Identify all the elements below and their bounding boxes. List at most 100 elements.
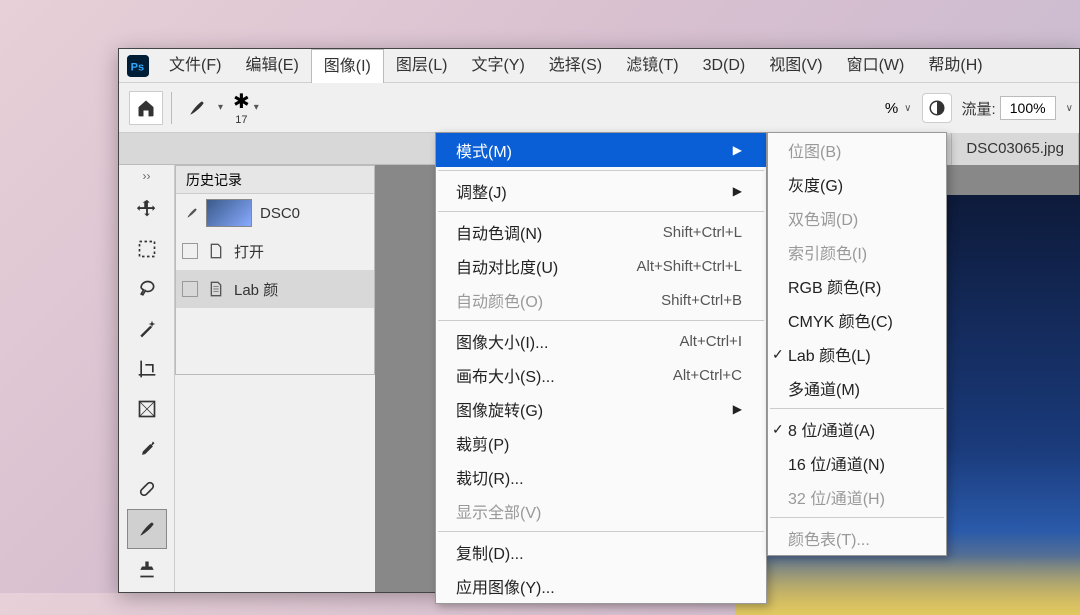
menu-window[interactable]: 窗口(W) [835,49,917,83]
tools-expand-icon[interactable]: ›› [138,169,156,185]
mode-bitmap: 位图(B) [768,133,946,167]
brush-size-dropdown[interactable]: ▾ [254,102,259,113]
move-tool[interactable] [127,189,167,229]
brush-preview[interactable]: ✱ 17 [233,89,250,126]
menu-crop[interactable]: 裁剪(P) [436,426,766,460]
brush-tool-icon[interactable] [180,91,214,125]
menu-layer[interactable]: 图层(L) [384,49,460,83]
menu-label: 裁切(R)... [456,465,524,489]
menu-shortcut: Alt+Ctrl+I [679,333,742,350]
brush-preset-dropdown[interactable]: ▾ [218,102,223,113]
menu-label: 裁剪(P) [456,431,509,455]
history-row-lab[interactable]: Lab 颜 [176,270,374,308]
separator [171,92,172,124]
menu-auto-tone[interactable]: 自动色调(N) Shift+Ctrl+L [436,215,766,249]
menu-label: 应用图像(Y)... [456,574,555,598]
mode-multichannel[interactable]: 多通道(M) [768,371,946,405]
frame-tool[interactable] [127,389,167,429]
menu-shortcut: Alt+Shift+Ctrl+L [637,258,742,275]
stamp-tool[interactable] [127,549,167,589]
mode-16bit[interactable]: 16 位/通道(N) [768,446,946,480]
app-window: Ps 文件(F) 编辑(E) 图像(I) 图层(L) 文字(Y) 选择(S) 滤… [118,48,1080,593]
brush-tool[interactable] [127,509,167,549]
menu-label: 32 位/通道(H) [788,485,885,509]
menu-label: Lab 颜色(L) [788,342,871,366]
marquee-tool[interactable] [127,229,167,269]
history-label: DSC0 [260,205,300,222]
menu-select[interactable]: 选择(S) [537,49,614,83]
menu-label: 多通道(M) [788,376,860,400]
mode-rgb[interactable]: RGB 颜色(R) [768,269,946,303]
crop-tool[interactable] [127,349,167,389]
mode-grayscale[interactable]: 灰度(G) [768,167,946,201]
eyedropper-tool[interactable] [127,429,167,469]
healing-tool[interactable] [127,469,167,509]
menu-image-size[interactable]: 图像大小(I)... Alt+Ctrl+I [436,324,766,358]
document-tab-2[interactable]: DSC03065.jpg [952,133,1079,165]
flow-label: 流量: [962,98,996,119]
flow-dropdown[interactable]: ∨ [1066,103,1073,114]
mode-duotone: 双色调(D) [768,201,946,235]
menu-shortcut: Shift+Ctrl+L [663,224,742,241]
menu-apply-image[interactable]: 应用图像(Y)... [436,569,766,603]
menu-label: 灰度(G) [788,172,843,196]
magic-wand-tool[interactable] [127,309,167,349]
options-bar-right: % ∨ 流量: ∨ [885,83,1079,133]
menu-label: 模式(M) [456,138,512,162]
menu-separator [438,211,764,212]
lasso-tool[interactable] [127,269,167,309]
menu-shortcut: Shift+Ctrl+B [661,292,742,309]
mode-8bit[interactable]: ✓8 位/通道(A) [768,412,946,446]
menu-adjustments[interactable]: 调整(J) ▶ [436,174,766,208]
menu-help[interactable]: 帮助(H) [916,49,994,83]
history-row-source[interactable]: DSC0 [176,194,374,232]
menu-label: 调整(J) [456,179,507,203]
mode-color-table: 颜色表(T)... [768,521,946,555]
mode-cmyk[interactable]: CMYK 颜色(C) [768,303,946,337]
menu-filter[interactable]: 滤镜(T) [614,49,690,83]
flow-input[interactable] [1000,96,1056,120]
menu-mode[interactable]: 模式(M) ▶ [436,133,766,167]
menu-separator [438,170,764,171]
menu-edit[interactable]: 编辑(E) [233,49,310,83]
menu-duplicate[interactable]: 复制(D)... [436,535,766,569]
menubar: Ps 文件(F) 编辑(E) 图像(I) 图层(L) 文字(Y) 选择(S) 滤… [119,49,1079,83]
tools-panel: ›› [119,165,175,592]
menu-trim[interactable]: 裁切(R)... [436,460,766,494]
app-icon: Ps [119,49,157,83]
svg-text:Ps: Ps [131,61,144,73]
history-thumbnail [206,199,252,227]
home-button[interactable] [129,91,163,125]
menu-separator [438,320,764,321]
menu-label: 自动色调(N) [456,220,542,244]
mode-submenu: 位图(B) 灰度(G) 双色调(D) 索引颜色(I) RGB 颜色(R) CMY… [767,132,947,556]
menu-label: 画布大小(S)... [456,363,555,387]
submenu-arrow-icon: ▶ [733,184,742,198]
history-row-open[interactable]: 打开 [176,232,374,270]
menu-auto-contrast[interactable]: 自动对比度(U) Alt+Shift+Ctrl+L [436,249,766,283]
check-icon: ✓ [772,346,784,363]
mode-lab[interactable]: ✓Lab 颜色(L) [768,337,946,371]
history-checkbox[interactable] [182,281,198,297]
menu-3d[interactable]: 3D(D) [691,49,758,83]
pressure-opacity-icon[interactable] [922,93,952,123]
menu-file[interactable]: 文件(F) [157,49,233,83]
menu-label: CMYK 颜色(C) [788,308,893,332]
brush-size-value: 17 [235,114,247,126]
menu-image[interactable]: 图像(I) [311,49,384,83]
menu-separator [770,408,944,409]
history-checkbox[interactable] [182,243,198,259]
document-icon [206,279,226,299]
menu-separator [438,531,764,532]
opacity-dropdown[interactable]: ∨ [904,103,911,114]
menu-view[interactable]: 视图(V) [757,49,834,83]
history-panel-title: 历史记录 [176,166,374,194]
history-panel: 历史记录 DSC0 打开 Lab 颜 [175,165,375,375]
menu-shortcut: Alt+Ctrl+C [673,367,742,384]
menu-canvas-size[interactable]: 画布大小(S)... Alt+Ctrl+C [436,358,766,392]
menu-type[interactable]: 文字(Y) [459,49,536,83]
document-icon [206,241,226,261]
menu-label: 自动颜色(O) [456,288,543,312]
menu-image-rotation[interactable]: 图像旋转(G) ▶ [436,392,766,426]
menu-separator [770,517,944,518]
